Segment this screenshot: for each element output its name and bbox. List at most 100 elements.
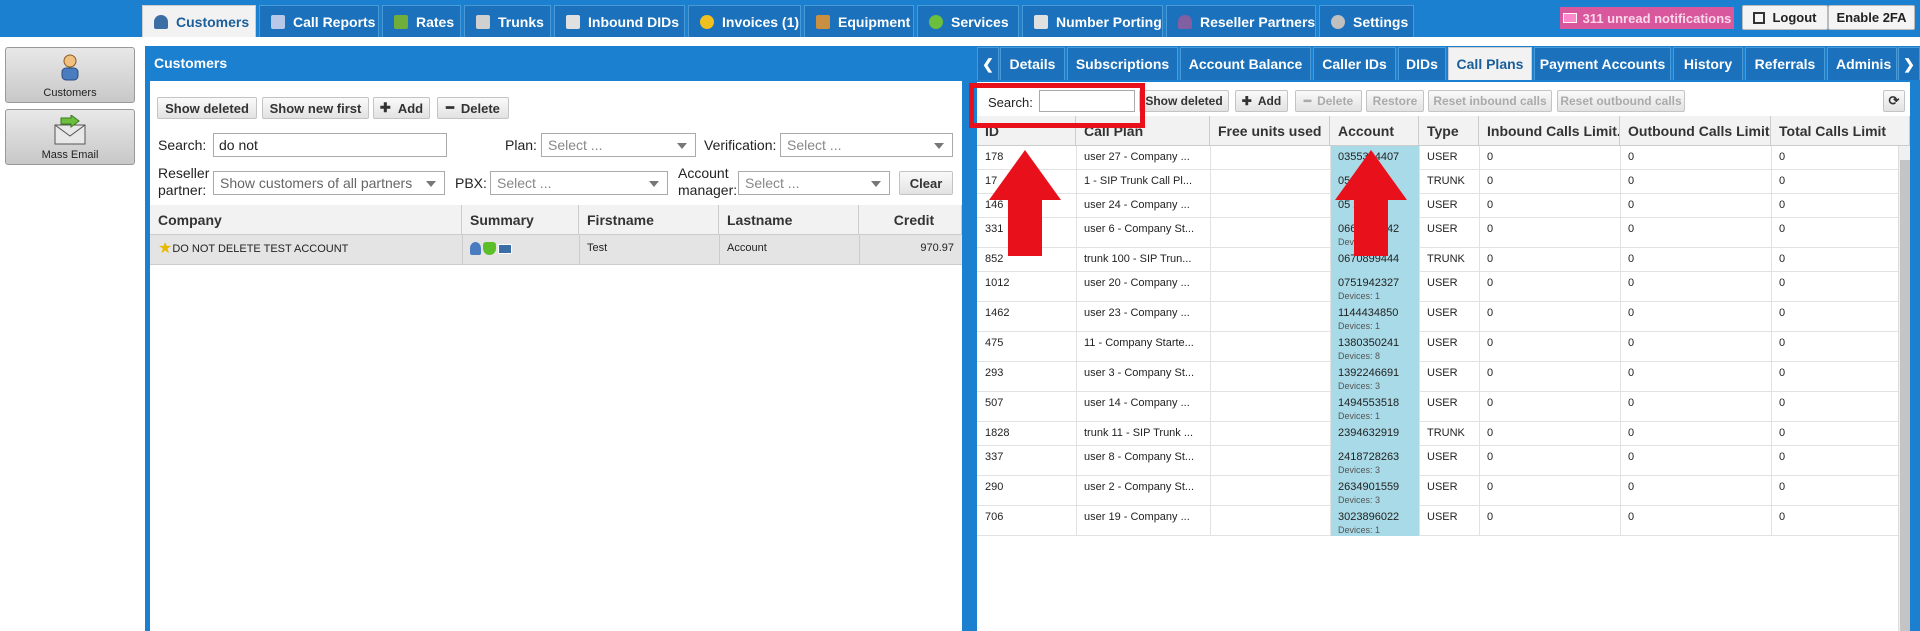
col-free-units[interactable]: Free units used [1210, 116, 1330, 146]
tab-subscriptions[interactable]: Subscriptions [1067, 47, 1178, 80]
table-row[interactable]: 1462 user 23 - Company ... 1144434850 Devic… [977, 302, 1898, 332]
tab-call-plans[interactable]: Call Plans [1448, 47, 1532, 80]
row-account: 1144434850 Devices: 1 [1330, 307, 1419, 331]
col-inbound-limit[interactable]: Inbound Calls Limit... [1479, 116, 1620, 146]
search-label: Search: [158, 137, 207, 153]
sidebar-customers-button[interactable]: Customers [5, 47, 135, 103]
nav-tab-number-porting[interactable]: Number Porting [1022, 5, 1163, 37]
delete-label: Delete [1317, 94, 1354, 108]
nav-tab-label: Inbound DIDs [588, 13, 679, 30]
call-plans-delete-button[interactable]: ━ Delete [1295, 90, 1362, 112]
row-type: TRUNK [1419, 253, 1479, 265]
plan-select[interactable]: Select ... [541, 133, 696, 157]
col-credit[interactable]: Credit [859, 205, 962, 235]
table-divider [1076, 170, 1077, 194]
tab-caller-ids[interactable]: Caller IDs [1313, 47, 1396, 80]
nav-tab-customers[interactable]: Customers [142, 5, 256, 37]
row-total-value: 0 [1779, 427, 1786, 439]
table-row[interactable]: 706 user 19 - Company ... 3023896022 Device… [977, 506, 1898, 536]
nav-tab-invoices[interactable]: Invoices (1) [688, 5, 801, 37]
table-divider [1076, 362, 1077, 392]
list-icon [566, 14, 580, 29]
reset-inbound-calls-button[interactable]: Reset inbound calls [1428, 90, 1552, 112]
col-firstname[interactable]: Firstname [579, 205, 719, 235]
table-divider [1419, 170, 1420, 194]
tab-administration[interactable]: Adminis [1827, 47, 1897, 80]
logout-button[interactable]: Logout [1742, 5, 1828, 30]
call-plans-restore-button[interactable]: Restore [1366, 90, 1424, 112]
table-divider [1419, 302, 1420, 332]
row-id: 290 [977, 481, 1076, 493]
table-divider [1419, 506, 1420, 536]
tab-referrals[interactable]: Referrals [1745, 47, 1825, 80]
col-lastname[interactable]: Lastname [719, 205, 859, 235]
row-call-plan: trunk 11 - SIP Trunk ... [1076, 427, 1210, 439]
notifications-button[interactable]: 311 unread notifications [1560, 7, 1734, 29]
table-divider [1076, 506, 1077, 536]
sidebar-mass-email-button[interactable]: Mass Email [5, 109, 135, 165]
pbx-select[interactable]: Select ... [490, 171, 668, 195]
table-row[interactable]: 17 1 - SIP Trunk Call Pl... 0511 45 TRUNK 0 0… [977, 170, 1898, 194]
col-type[interactable]: Type [1419, 116, 1479, 146]
tab-scroll-left[interactable]: ❮ [977, 47, 999, 80]
row-account: 2634901559 Devices: 3 [1330, 481, 1419, 505]
col-summary[interactable]: Summary [462, 205, 579, 235]
table-row[interactable]: 146user 24 - Company ...05 2779USER000 [977, 194, 1898, 218]
table-row[interactable]: 337 user 8 - Company St... 2418728263 Devic… [977, 446, 1898, 476]
row-call-plan: user 20 - Company ... [1076, 277, 1210, 289]
clear-filters-button[interactable]: Clear [899, 171, 953, 195]
col-account[interactable]: Account [1330, 116, 1419, 146]
nav-tab-equipment[interactable]: Equipment [804, 5, 914, 37]
nav-tab-inbound-dids[interactable]: Inbound DIDs [554, 5, 685, 37]
reset-outbound-calls-button[interactable]: Reset outbound calls [1557, 90, 1685, 112]
table-row[interactable]: 290 user 2 - Company St... 2634901559 Devic… [977, 476, 1898, 506]
show-deleted-button[interactable]: Show deleted [157, 97, 257, 119]
tab-history[interactable]: History [1673, 47, 1743, 80]
col-company[interactable]: Company [150, 205, 462, 235]
table-row[interactable]: ★ DO NOT DELETE TEST ACCOUNT Test Account… [150, 235, 962, 265]
nav-tab-call-reports[interactable]: Call Reports [259, 5, 379, 37]
account-manager-select[interactable]: Select ... [738, 171, 890, 195]
add-customer-button[interactable]: ✚ Add [373, 97, 430, 119]
nav-tab-services[interactable]: Services [917, 5, 1019, 37]
table-row[interactable]: 475 11 - Company Starte... 1380350241 Devic… [977, 332, 1898, 362]
delete-customer-button[interactable]: ━ Delete [437, 97, 509, 119]
table-row[interactable]: 331user 6 - Company St...0663629242Devic… [977, 218, 1898, 248]
row-outbound-value: 0 [1628, 427, 1635, 439]
tab-account-balance[interactable]: Account Balance [1180, 47, 1311, 80]
table-row[interactable]: 1012 user 20 - Company ... 0751942327 Devic… [977, 272, 1898, 302]
tab-details[interactable]: Details [1000, 47, 1065, 80]
table-row[interactable]: 293 user 3 - Company St... 1392246691 Devic… [977, 362, 1898, 392]
devices-count: Devices: 3 [1338, 465, 1381, 475]
gear-icon [1331, 14, 1345, 29]
table-row[interactable]: 1828 trunk 11 - SIP Trunk ... 2394632919 TR… [977, 422, 1898, 446]
customer-search-input[interactable] [213, 133, 447, 157]
col-outbound-limit[interactable]: Outbound Calls Limit... [1620, 116, 1771, 146]
nav-tab-reseller-partners[interactable]: Reseller Partners [1166, 5, 1316, 37]
minus-icon: ━ [446, 100, 454, 115]
nav-tab-trunks[interactable]: Trunks [464, 5, 551, 37]
verification-select[interactable]: Select ... [780, 133, 953, 157]
row-outbound: 0 [1620, 151, 1771, 163]
row-type-value: USER [1427, 367, 1458, 379]
call-plans-add-button[interactable]: ✚ Add [1235, 90, 1288, 112]
reseller-partner-select[interactable]: Show customers of all partners [213, 171, 445, 195]
row-call-plan-value: trunk 100 - SIP Trun... [1084, 253, 1192, 265]
tab-payment-accounts[interactable]: Payment Accounts [1534, 47, 1671, 80]
scrollbar-thumb[interactable] [1900, 160, 1910, 631]
tab-dids[interactable]: DIDs [1398, 47, 1446, 80]
table-row[interactable]: 178 user 27 - Company ... 0355344407 USER 0 0… [977, 146, 1898, 170]
call-plans-body: Search: Show deleted ✚ Add ━ Delete Restor… [977, 82, 1910, 631]
vertical-scrollbar[interactable] [1898, 146, 1910, 631]
nav-tab-rates[interactable]: Rates [382, 5, 461, 37]
tab-scroll-right[interactable]: ❯ [1898, 47, 1920, 80]
refresh-button[interactable]: ⟳ [1883, 90, 1905, 112]
col-total-limit[interactable]: Total Calls Limit [1771, 116, 1910, 146]
table-row[interactable]: 507 user 14 - Company ... 1494553518 Device… [977, 392, 1898, 422]
nav-tab-settings[interactable]: Settings [1319, 5, 1414, 37]
show-new-first-button[interactable]: Show new first [262, 97, 369, 119]
enable-2fa-button[interactable]: Enable 2FA [1828, 5, 1915, 30]
call-plans-show-deleted-button[interactable]: Show deleted [1139, 90, 1229, 112]
table-row[interactable]: 852 trunk 100 - SIP Trun... 0670899444 TRUN… [977, 248, 1898, 272]
row-id: 1828 [977, 427, 1076, 439]
